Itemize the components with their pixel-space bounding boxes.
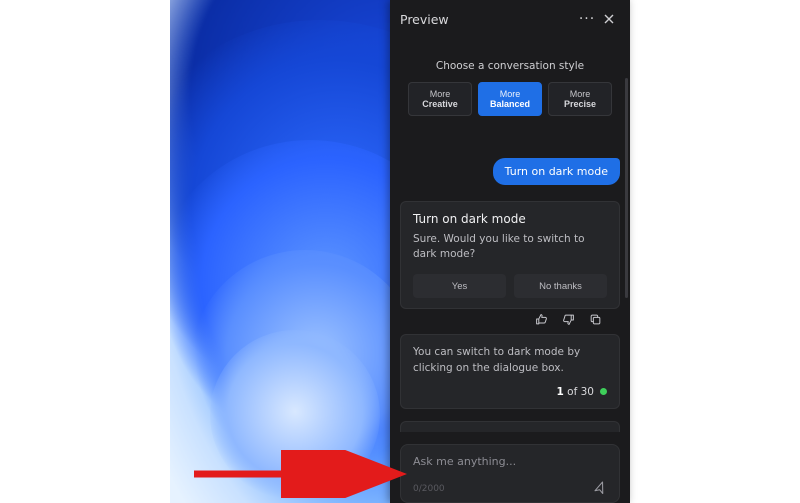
more-options-button[interactable]: ··· bbox=[576, 8, 598, 30]
ellipsis-icon: ··· bbox=[579, 11, 595, 27]
assistant-card-info: You can switch to dark mode by clicking … bbox=[400, 334, 620, 408]
style-option-top: More bbox=[500, 89, 521, 99]
page-margin-left bbox=[0, 0, 170, 503]
user-message-bubble: Turn on dark mode bbox=[493, 158, 620, 185]
style-option-bottom: Balanced bbox=[490, 99, 530, 109]
user-message-row: Turn on dark mode bbox=[400, 158, 620, 185]
panel-body: Choose a conversation style More Creativ… bbox=[390, 38, 630, 432]
style-picker-title: Choose a conversation style bbox=[400, 60, 620, 72]
desktop-wallpaper bbox=[170, 0, 390, 503]
option-no-button[interactable]: No thanks bbox=[514, 274, 607, 298]
style-picker: Choose a conversation style More Creativ… bbox=[400, 60, 620, 116]
page-margin-right bbox=[630, 0, 800, 503]
char-counter: 0/2000 bbox=[413, 484, 445, 494]
viewport: Preview ··· Choose a conversation style bbox=[0, 0, 800, 503]
assistant-card-status: Turn on dark mode Dark mode is on. You c… bbox=[400, 421, 620, 432]
assistant-card-prompt: Turn on dark mode Sure. Would you like t… bbox=[400, 201, 620, 309]
chat-input-placeholder: Ask me anything... bbox=[413, 455, 607, 468]
user-message-text: Turn on dark mode bbox=[505, 165, 608, 178]
wallpaper-swirl bbox=[210, 330, 380, 500]
scrollbar-thumb[interactable] bbox=[625, 78, 628, 298]
style-option-balanced[interactable]: More Balanced bbox=[478, 82, 542, 116]
turn-counter-text: 1 of 30 bbox=[557, 386, 594, 398]
style-option-creative[interactable]: More Creative bbox=[408, 82, 472, 116]
style-option-bottom: Precise bbox=[564, 99, 596, 109]
chat-input[interactable]: Ask me anything... 0/2000 bbox=[400, 444, 620, 503]
close-button[interactable] bbox=[598, 8, 620, 30]
panel-title: Preview bbox=[400, 12, 449, 27]
copy-icon[interactable] bbox=[589, 313, 602, 326]
style-option-top: More bbox=[430, 89, 451, 99]
close-icon bbox=[604, 14, 614, 24]
assistant-card-body: You can switch to dark mode by clicking … bbox=[413, 345, 607, 375]
send-icon[interactable] bbox=[593, 482, 607, 496]
assistant-card-title: Turn on dark mode bbox=[413, 212, 607, 226]
option-yes-button[interactable]: Yes bbox=[413, 274, 506, 298]
style-option-precise[interactable]: More Precise bbox=[548, 82, 612, 116]
thumbs-down-icon[interactable] bbox=[562, 313, 575, 326]
copilot-sidebar-panel: Preview ··· Choose a conversation style bbox=[390, 0, 630, 503]
thumbs-up-icon[interactable] bbox=[535, 313, 548, 326]
turn-counter: 1 of 30 bbox=[413, 386, 607, 398]
style-option-bottom: Creative bbox=[422, 99, 458, 109]
panel-header: Preview ··· bbox=[390, 0, 630, 38]
status-dot-icon bbox=[600, 388, 607, 395]
assistant-card-body: Sure. Would you like to switch to dark m… bbox=[413, 232, 607, 262]
feedback-row bbox=[400, 309, 620, 328]
style-option-top: More bbox=[570, 89, 591, 99]
